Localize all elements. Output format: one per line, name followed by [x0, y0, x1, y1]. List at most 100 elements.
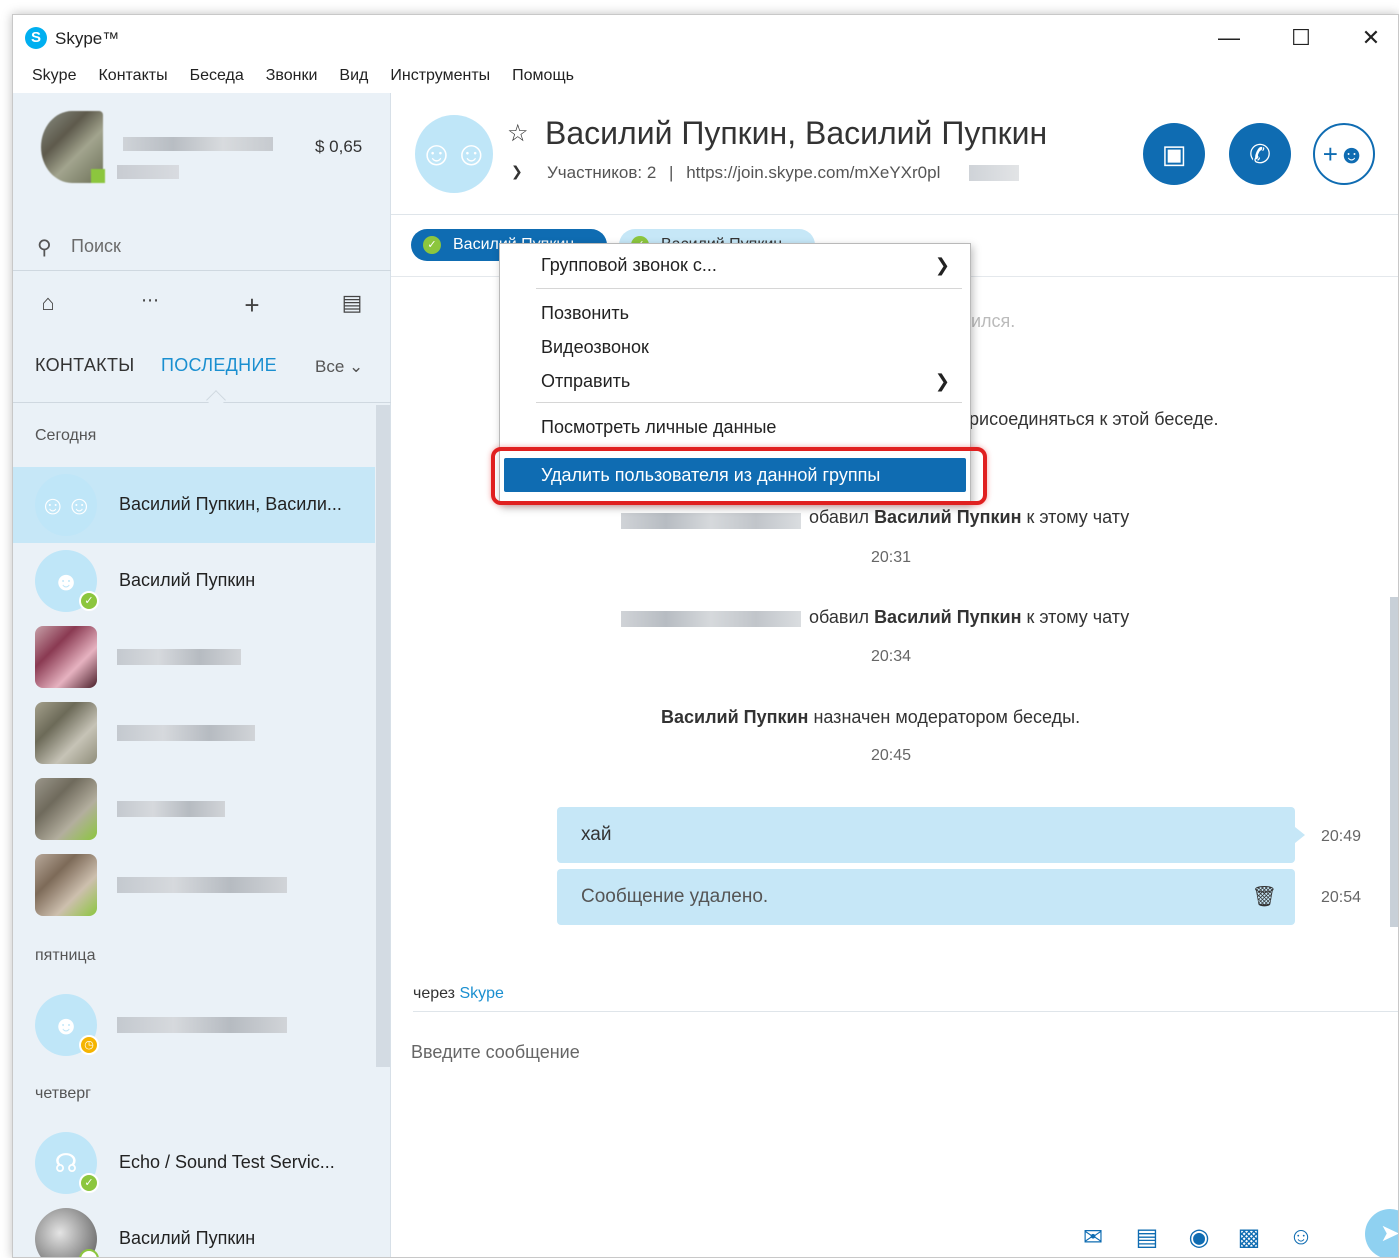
- menu-help[interactable]: Помощь: [501, 63, 585, 93]
- participants-count[interactable]: Участников: 2: [547, 163, 656, 182]
- send-button[interactable]: ➤: [1365, 1209, 1398, 1257]
- group-label-today: Сегодня: [35, 427, 97, 444]
- dialpad-icon[interactable]: ⋯: [135, 290, 165, 311]
- menu-contacts[interactable]: Контакты: [87, 63, 178, 93]
- menu-item-group-call[interactable]: Групповой звонок с... ❯: [500, 248, 970, 282]
- menu-item-send[interactable]: Отправить ❯: [500, 364, 970, 398]
- context-menu: Групповой звонок с... ❯ Позвонить Видеоз…: [499, 243, 971, 505]
- conversation-name: Василий Пупкин: [119, 570, 256, 590]
- message-time: 20:31: [871, 549, 912, 566]
- conversation-item[interactable]: [13, 847, 375, 923]
- menu-conversation[interactable]: Беседа: [179, 63, 255, 93]
- credit-balance[interactable]: $ 0,65: [315, 137, 362, 157]
- add-participant-button[interactable]: +☻: [1313, 123, 1375, 185]
- system-message-moderator: Василий Пупкин назначен модератором бесе…: [661, 707, 1081, 727]
- menu-calls[interactable]: Звонки: [255, 63, 329, 93]
- conversation-name: Василий Пупкин: [119, 1228, 256, 1248]
- user-name-redacted: [621, 513, 801, 529]
- contact-avatar: [35, 854, 97, 916]
- conversation-item[interactable]: ☻ ✓ Василий Пупкин: [13, 543, 375, 619]
- conversation-item[interactable]: Василий Пупкин: [13, 1201, 375, 1257]
- profile-avatar[interactable]: [41, 111, 105, 183]
- menu-skype[interactable]: Skype: [21, 63, 87, 93]
- message-bubble[interactable]: хай: [557, 807, 1305, 863]
- menu-tools[interactable]: Инструменты: [379, 63, 501, 93]
- contacts-send-icon[interactable]: ✉: [1077, 1223, 1109, 1252]
- home-icon[interactable]: ⌂: [33, 290, 63, 316]
- message-input[interactable]: [411, 1037, 1311, 1067]
- trash-icon: 🗑: [1251, 886, 1277, 908]
- group-icon: ☺☺: [35, 474, 97, 536]
- contact-avatar: [35, 778, 97, 840]
- tab-contacts[interactable]: КОНТАКТЫ: [35, 355, 135, 376]
- menu-separator: [536, 402, 962, 403]
- chat-scrollbar[interactable]: [1390, 597, 1398, 927]
- menu-separator: [536, 450, 962, 451]
- menu-view[interactable]: Вид: [328, 63, 379, 93]
- filter-dropdown[interactable]: Все ⌄: [315, 357, 363, 377]
- sidebar-nav: ⌂ ⋯ + ▤: [13, 278, 391, 334]
- message-time: 20:49: [1321, 828, 1362, 845]
- sidebar: $ 0,65 ⚲ ⌂ ⋯ + ▤ КОНТАКТЫ ПОСЛЕДНИЕ Все …: [13, 93, 391, 1257]
- menu-item-remove-user[interactable]: Удалить пользователя из данной группы: [504, 458, 966, 492]
- voice-call-button[interactable]: ✆: [1229, 123, 1291, 185]
- via-link[interactable]: Skype: [459, 985, 503, 1002]
- contact-name-redacted: [117, 649, 241, 665]
- add-person-icon: +☻: [1322, 139, 1366, 169]
- user-name-redacted: [621, 611, 801, 627]
- minimize-button[interactable]: —: [1209, 23, 1249, 53]
- conversation-item[interactable]: ☺☺ Василий Пупкин, Васили...: [13, 467, 375, 543]
- video-camera-icon: ▣: [1161, 139, 1187, 169]
- via-label: через Skype: [413, 985, 504, 1002]
- contact-card-icon[interactable]: ▩: [1233, 1223, 1265, 1252]
- contacts-book-icon[interactable]: ▤: [337, 290, 367, 316]
- away-status-icon: ◷: [79, 1035, 99, 1055]
- file-icon[interactable]: ▤: [1131, 1223, 1163, 1252]
- divider: [413, 1011, 1398, 1012]
- message-time: 20:54: [1321, 889, 1362, 906]
- maximize-button[interactable]: ☐: [1281, 23, 1321, 53]
- close-button[interactable]: ✕: [1351, 23, 1391, 53]
- conversation-name: Echo / Sound Test Servic...: [119, 1152, 335, 1172]
- message-text: хай: [581, 824, 612, 845]
- message-bubble-deleted[interactable]: Сообщение удалено. 🗑: [557, 869, 1295, 925]
- chat-header: ☺☺ ☆ Василий Пупкин, Василий Пупкин ❯ Уч…: [391, 93, 1398, 215]
- video-call-button[interactable]: ▣: [1143, 123, 1205, 185]
- contacts-tabs: КОНТАКТЫ ПОСЛЕДНИЕ Все ⌄: [13, 333, 391, 410]
- chat-title: Василий Пупкин, Василий Пупкин: [545, 115, 1048, 151]
- conversation-item[interactable]: [13, 771, 375, 847]
- star-icon[interactable]: ☆: [507, 119, 529, 148]
- tab-recent[interactable]: ПОСЛЕДНИЕ: [161, 355, 277, 376]
- menu-item-call[interactable]: Позвонить: [500, 296, 970, 330]
- separator: |: [669, 163, 674, 182]
- message-text: Сообщение удалено.: [581, 886, 769, 907]
- contact-avatar: [35, 702, 97, 764]
- menu-separator: [536, 288, 962, 289]
- conversation-item[interactable]: [13, 619, 375, 695]
- contact-name-redacted: [117, 801, 225, 817]
- menu-item-video-call[interactable]: Видеозвонок: [500, 330, 970, 364]
- contact-name-redacted: [117, 877, 287, 893]
- emoticon-icon[interactable]: ☺: [1285, 1223, 1317, 1251]
- plus-icon[interactable]: +: [237, 290, 267, 321]
- system-message-joined: ился.: [971, 311, 1016, 331]
- phone-icon: ✆: [1249, 139, 1271, 169]
- search-input[interactable]: [71, 233, 351, 259]
- system-message-invite: рисоединяться к этой беседе.: [969, 409, 1219, 429]
- conversation-item[interactable]: ☊ ✓ Echo / Sound Test Servic...: [13, 1125, 375, 1201]
- video-message-icon[interactable]: ◉: [1183, 1223, 1215, 1252]
- link-redacted: [969, 165, 1019, 181]
- title-bar: S Skype™ — ☐ ✕: [13, 15, 1398, 63]
- chevron-down-icon[interactable]: ❯: [511, 163, 523, 180]
- system-message-added: обавил Василий Пупкин к этому чату: [809, 607, 1130, 627]
- menu-item-view-profile[interactable]: Посмотреть личные данные: [500, 410, 970, 444]
- join-link[interactable]: https://join.skype.com/mXeYXr0pl: [686, 163, 940, 182]
- conversation-item[interactable]: ☻ ◷: [13, 987, 375, 1063]
- conversation-item[interactable]: [13, 695, 375, 771]
- sidebar-scrollbar[interactable]: [376, 405, 390, 1067]
- chat-participants: Участников: 2 | https://join.skype.com/m…: [547, 163, 940, 183]
- contact-avatar: [35, 626, 97, 688]
- contact-name-redacted: [117, 725, 255, 741]
- search-icon: ⚲: [37, 237, 52, 259]
- system-message-added: обавил Василий Пупкин к этому чату: [809, 507, 1130, 527]
